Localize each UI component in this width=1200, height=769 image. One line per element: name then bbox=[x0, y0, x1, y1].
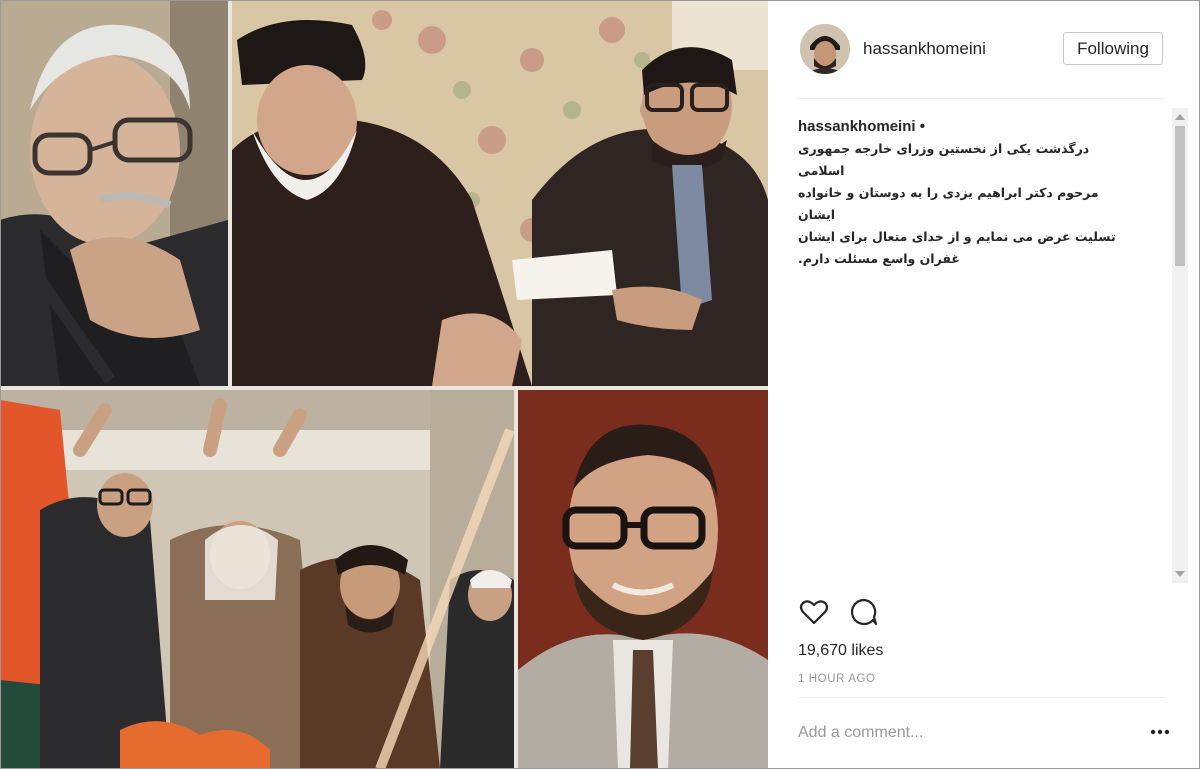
window-frame bbox=[0, 0, 1200, 769]
